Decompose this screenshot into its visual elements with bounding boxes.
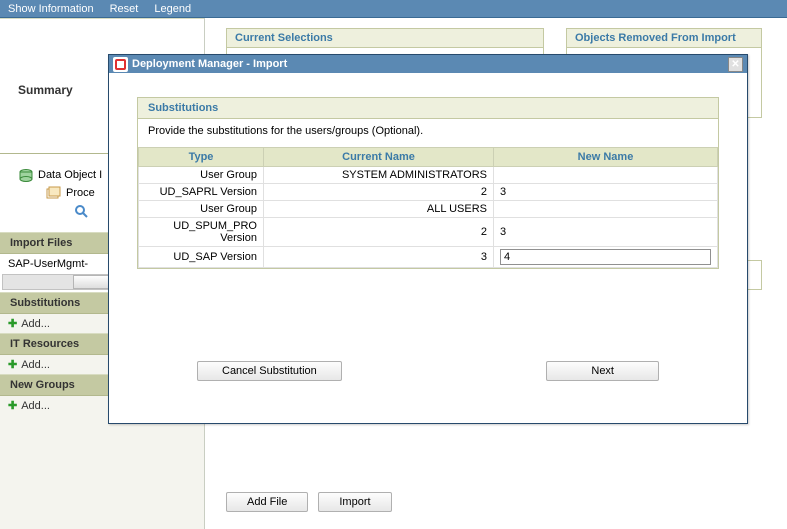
dialog-title: Deployment Manager - Import: [132, 58, 728, 70]
next-button[interactable]: Next: [546, 361, 659, 381]
dialog-body: Substitutions Provide the substitutions …: [109, 73, 747, 395]
import-button[interactable]: Import: [318, 492, 391, 512]
tree-label: Proce: [66, 187, 95, 199]
substitutions-table: Type Current Name New Name User Group SY…: [138, 147, 718, 268]
table-row: User Group ALL USERS: [139, 201, 718, 218]
panel-head: Objects Removed From Import: [567, 29, 761, 48]
oracle-icon: [113, 57, 128, 72]
it-resources-label: IT Resources: [10, 338, 79, 350]
add-label: Add...: [21, 359, 50, 371]
cell-current: 3: [264, 247, 494, 268]
table-row: User Group SYSTEM ADMINISTRATORS: [139, 167, 718, 184]
substitutions-description: Provide the substitutions for the users/…: [138, 119, 718, 147]
table-row: UD_SPUM_PRO Version 2 3: [139, 218, 718, 247]
substitutions-label: Substitutions: [10, 297, 80, 309]
cell-type: UD_SPUM_PRO Version: [139, 218, 264, 247]
cell-type: UD_SAPRL Version: [139, 184, 264, 201]
table-row: UD_SAP Version 3: [139, 247, 718, 268]
plus-icon: ✚: [8, 399, 17, 412]
col-type: Type: [139, 148, 264, 167]
cell-current: 2: [264, 218, 494, 247]
menu-show-info[interactable]: Show Information: [8, 3, 94, 15]
new-groups-label: New Groups: [10, 379, 75, 391]
cell-new-name[interactable]: [494, 201, 718, 218]
cell-new-name[interactable]: 3: [494, 218, 718, 247]
footer-buttons: Add File Import: [226, 492, 392, 512]
cell-type: User Group: [139, 167, 264, 184]
add-label: Add...: [21, 400, 50, 412]
cell-type: UD_SAP Version: [139, 247, 264, 268]
panel-head: Current Selections: [227, 29, 543, 48]
cell-current: 2: [264, 184, 494, 201]
dialog-titlebar[interactable]: Deployment Manager - Import ✕: [109, 55, 747, 73]
dialog-footer: Cancel Substitution Next: [137, 361, 719, 381]
plus-icon: ✚: [8, 317, 17, 330]
search-icon: [74, 204, 88, 218]
cancel-substitution-button[interactable]: Cancel Substitution: [197, 361, 342, 381]
substitutions-heading: Substitutions: [138, 98, 718, 119]
col-new-name: New Name: [494, 148, 718, 167]
cell-new-name[interactable]: [494, 247, 718, 268]
process-icon: [46, 186, 62, 200]
substitutions-frame: Substitutions Provide the substitutions …: [137, 97, 719, 269]
menu-reset[interactable]: Reset: [110, 3, 139, 15]
cell-current: SYSTEM ADMINISTRATORS: [264, 167, 494, 184]
deployment-manager-dialog: Deployment Manager - Import ✕ Substituti…: [108, 54, 748, 424]
summary-label: Summary: [18, 83, 73, 97]
new-name-input[interactable]: [500, 249, 711, 265]
add-file-button[interactable]: Add File: [226, 492, 308, 512]
col-current: Current Name: [264, 148, 494, 167]
plus-icon: ✚: [8, 358, 17, 371]
close-button[interactable]: ✕: [728, 57, 743, 72]
cell-new-name[interactable]: 3: [494, 184, 718, 201]
cell-type: User Group: [139, 201, 264, 218]
top-menu: Show Information Reset Legend: [0, 0, 787, 18]
tree-label: Data Object I: [38, 169, 102, 181]
table-row: UD_SAPRL Version 2 3: [139, 184, 718, 201]
database-icon: [18, 168, 34, 182]
add-label: Add...: [21, 318, 50, 330]
import-files-label: Import Files: [10, 237, 72, 249]
menu-legend[interactable]: Legend: [154, 3, 191, 15]
cell-new-name[interactable]: [494, 167, 718, 184]
cell-current: ALL USERS: [264, 201, 494, 218]
